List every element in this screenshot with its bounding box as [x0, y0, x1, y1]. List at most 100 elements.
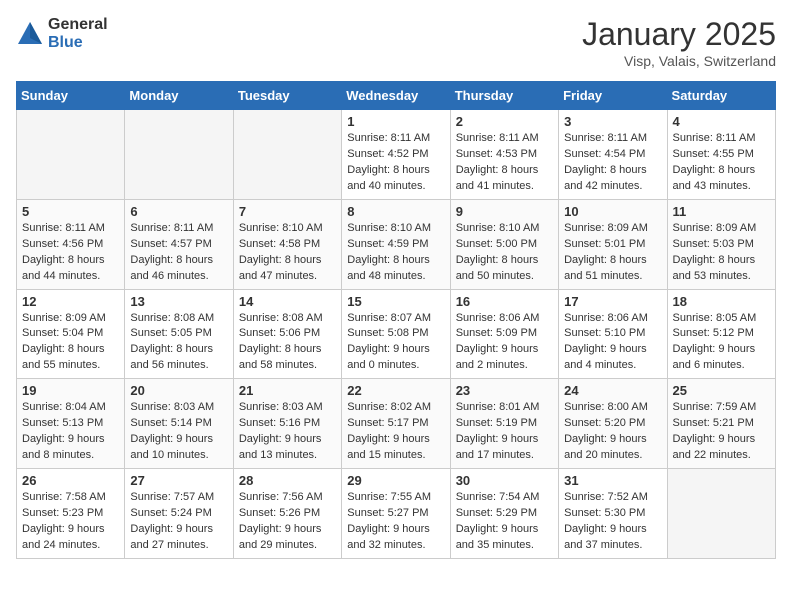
day-number: 16	[456, 294, 553, 309]
day-number: 4	[673, 114, 770, 129]
page-header: General Blue January 2025 Visp, Valais, …	[16, 16, 776, 69]
day-number: 6	[130, 204, 227, 219]
day-info: Sunrise: 8:06 AM Sunset: 5:09 PM Dayligh…	[456, 311, 553, 375]
calendar-cell: 4 Sunrise: 8:11 AM Sunset: 4:55 PM Daylig…	[667, 110, 775, 200]
day-number: 7	[239, 204, 336, 219]
day-number: 31	[564, 473, 661, 488]
day-number: 2	[456, 114, 553, 129]
day-number: 1	[347, 114, 444, 129]
day-info: Sunrise: 7:55 AM Sunset: 5:27 PM Dayligh…	[347, 490, 444, 554]
day-number: 5	[22, 204, 119, 219]
day-number: 11	[673, 204, 770, 219]
calendar-cell	[17, 110, 125, 200]
calendar-week-5: 26 Sunrise: 7:58 AM Sunset: 5:23 PM Dayli…	[17, 469, 776, 559]
day-info: Sunrise: 8:10 AM Sunset: 4:58 PM Dayligh…	[239, 221, 336, 285]
calendar-cell: 28 Sunrise: 7:56 AM Sunset: 5:26 PM Dayli…	[233, 469, 341, 559]
day-info: Sunrise: 8:04 AM Sunset: 5:13 PM Dayligh…	[22, 400, 119, 464]
day-info: Sunrise: 8:11 AM Sunset: 4:52 PM Dayligh…	[347, 131, 444, 195]
calendar-cell: 3Sunrise: 8:11 AM Sunset: 4:54 PM Daylig…	[559, 110, 667, 200]
day-info: Sunrise: 7:59 AM Sunset: 5:21 PM Dayligh…	[673, 400, 770, 464]
day-number: 30	[456, 473, 553, 488]
calendar-cell: 17Sunrise: 8:06 AM Sunset: 5:10 PM Dayli…	[559, 289, 667, 379]
day-info: Sunrise: 8:07 AM Sunset: 5:08 PM Dayligh…	[347, 311, 444, 375]
calendar-cell: 9 Sunrise: 8:10 AM Sunset: 5:00 PM Daylig…	[450, 199, 558, 289]
calendar-cell: 23Sunrise: 8:01 AM Sunset: 5:19 PM Dayli…	[450, 379, 558, 469]
weekday-header-saturday: Saturday	[667, 82, 775, 110]
calendar-cell	[125, 110, 233, 200]
day-number: 13	[130, 294, 227, 309]
calendar-cell: 18Sunrise: 8:05 AM Sunset: 5:12 PM Dayli…	[667, 289, 775, 379]
day-number: 19	[22, 383, 119, 398]
day-number: 14	[239, 294, 336, 309]
day-info: Sunrise: 8:11 AM Sunset: 4:55 PM Dayligh…	[673, 131, 770, 195]
weekday-header-friday: Friday	[559, 82, 667, 110]
day-info: Sunrise: 7:58 AM Sunset: 5:23 PM Dayligh…	[22, 490, 119, 554]
day-number: 24	[564, 383, 661, 398]
day-number: 3	[564, 114, 661, 129]
day-info: Sunrise: 7:52 AM Sunset: 5:30 PM Dayligh…	[564, 490, 661, 554]
calendar-cell: 14 Sunrise: 8:08 AM Sunset: 5:06 PM Dayli…	[233, 289, 341, 379]
day-info: Sunrise: 8:10 AM Sunset: 4:59 PM Dayligh…	[347, 221, 444, 285]
day-info: Sunrise: 8:09 AM Sunset: 5:03 PM Dayligh…	[673, 221, 770, 285]
calendar-cell: 20Sunrise: 8:03 AM Sunset: 5:14 PM Dayli…	[125, 379, 233, 469]
logo-icon	[16, 20, 44, 48]
day-number: 12	[22, 294, 119, 309]
calendar-table: SundayMondayTuesdayWednesdayThursdayFrid…	[16, 81, 776, 559]
calendar-cell: 25 Sunrise: 7:59 AM Sunset: 5:21 PM Dayli…	[667, 379, 775, 469]
day-info: Sunrise: 8:08 AM Sunset: 5:06 PM Dayligh…	[239, 311, 336, 375]
calendar-week-3: 12Sunrise: 8:09 AM Sunset: 5:04 PM Dayli…	[17, 289, 776, 379]
calendar-cell: 8Sunrise: 8:10 AM Sunset: 4:59 PM Daylig…	[342, 199, 450, 289]
calendar-cell: 27Sunrise: 7:57 AM Sunset: 5:24 PM Dayli…	[125, 469, 233, 559]
day-info: Sunrise: 7:57 AM Sunset: 5:24 PM Dayligh…	[130, 490, 227, 554]
day-info: Sunrise: 8:08 AM Sunset: 5:05 PM Dayligh…	[130, 311, 227, 375]
day-number: 26	[22, 473, 119, 488]
day-info: Sunrise: 8:05 AM Sunset: 5:12 PM Dayligh…	[673, 311, 770, 375]
day-number: 25	[673, 383, 770, 398]
calendar-cell: 29 Sunrise: 7:55 AM Sunset: 5:27 PM Dayli…	[342, 469, 450, 559]
day-info: Sunrise: 8:06 AM Sunset: 5:10 PM Dayligh…	[564, 311, 661, 375]
logo-text: General Blue	[48, 16, 108, 51]
calendar-location: Visp, Valais, Switzerland	[582, 53, 776, 69]
day-info: Sunrise: 8:11 AM Sunset: 4:53 PM Dayligh…	[456, 131, 553, 195]
calendar-cell: 6 Sunrise: 8:11 AM Sunset: 4:57 PM Daylig…	[125, 199, 233, 289]
day-info: Sunrise: 8:03 AM Sunset: 5:16 PM Dayligh…	[239, 400, 336, 464]
calendar-cell: 10 Sunrise: 8:09 AM Sunset: 5:01 PM Dayli…	[559, 199, 667, 289]
calendar-title: January 2025	[582, 16, 776, 53]
weekday-header-monday: Monday	[125, 82, 233, 110]
calendar-week-4: 19 Sunrise: 8:04 AM Sunset: 5:13 PM Dayli…	[17, 379, 776, 469]
calendar-cell: 16 Sunrise: 8:06 AM Sunset: 5:09 PM Dayli…	[450, 289, 558, 379]
day-number: 22	[347, 383, 444, 398]
day-info: Sunrise: 8:11 AM Sunset: 4:57 PM Dayligh…	[130, 221, 227, 285]
weekday-header-row: SundayMondayTuesdayWednesdayThursdayFrid…	[17, 82, 776, 110]
day-info: Sunrise: 7:56 AM Sunset: 5:26 PM Dayligh…	[239, 490, 336, 554]
calendar-week-2: 5Sunrise: 8:11 AM Sunset: 4:56 PM Daylig…	[17, 199, 776, 289]
calendar-cell: 26 Sunrise: 7:58 AM Sunset: 5:23 PM Dayli…	[17, 469, 125, 559]
day-number: 21	[239, 383, 336, 398]
calendar-cell: 19 Sunrise: 8:04 AM Sunset: 5:13 PM Dayli…	[17, 379, 125, 469]
calendar-cell: 21 Sunrise: 8:03 AM Sunset: 5:16 PM Dayli…	[233, 379, 341, 469]
day-info: Sunrise: 8:10 AM Sunset: 5:00 PM Dayligh…	[456, 221, 553, 285]
weekday-header-tuesday: Tuesday	[233, 82, 341, 110]
day-number: 20	[130, 383, 227, 398]
title-block: January 2025 Visp, Valais, Switzerland	[582, 16, 776, 69]
calendar-cell: 12Sunrise: 8:09 AM Sunset: 5:04 PM Dayli…	[17, 289, 125, 379]
calendar-cell	[233, 110, 341, 200]
weekday-header-wednesday: Wednesday	[342, 82, 450, 110]
calendar-cell: 31 Sunrise: 7:52 AM Sunset: 5:30 PM Dayli…	[559, 469, 667, 559]
weekday-header-sunday: Sunday	[17, 82, 125, 110]
calendar-cell: 11 Sunrise: 8:09 AM Sunset: 5:03 PM Dayli…	[667, 199, 775, 289]
calendar-cell: 24Sunrise: 8:00 AM Sunset: 5:20 PM Dayli…	[559, 379, 667, 469]
calendar-cell: 1 Sunrise: 8:11 AM Sunset: 4:52 PM Daylig…	[342, 110, 450, 200]
calendar-cell: 22Sunrise: 8:02 AM Sunset: 5:17 PM Dayli…	[342, 379, 450, 469]
day-number: 29	[347, 473, 444, 488]
day-number: 10	[564, 204, 661, 219]
day-number: 28	[239, 473, 336, 488]
day-number: 15	[347, 294, 444, 309]
day-info: Sunrise: 7:54 AM Sunset: 5:29 PM Dayligh…	[456, 490, 553, 554]
day-number: 9	[456, 204, 553, 219]
day-info: Sunrise: 8:09 AM Sunset: 5:01 PM Dayligh…	[564, 221, 661, 285]
logo-general: General	[48, 16, 108, 34]
logo: General Blue	[16, 16, 108, 51]
calendar-week-1: 1 Sunrise: 8:11 AM Sunset: 4:52 PM Daylig…	[17, 110, 776, 200]
logo-blue: Blue	[48, 34, 108, 52]
